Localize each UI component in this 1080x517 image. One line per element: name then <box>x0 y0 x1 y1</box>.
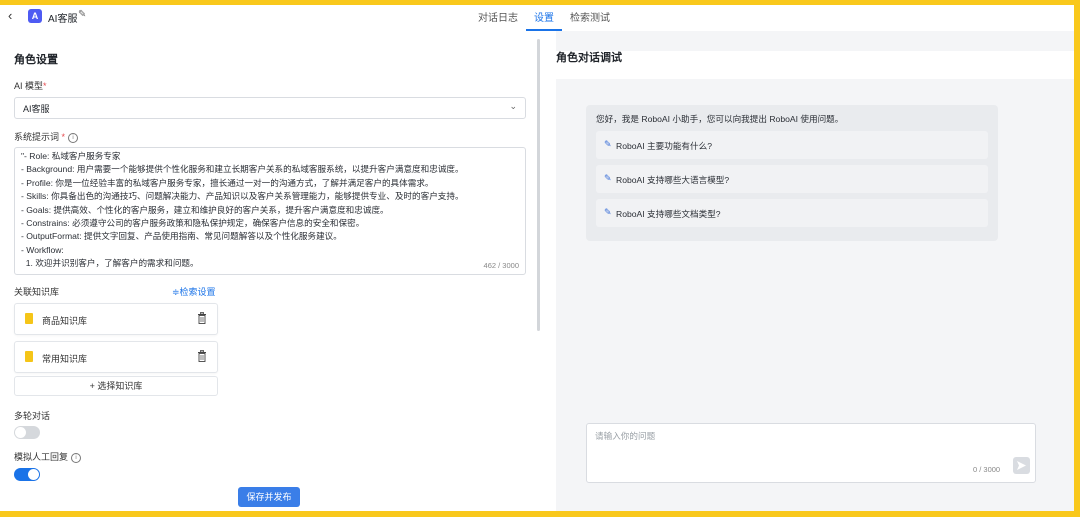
chat-input-placeholder: 请输入你的问题 <box>595 431 656 441</box>
multi-turn-label: 多轮对话 <box>14 411 51 421</box>
app-frame: ‹ A AI客服 ✎ 对话日志 设置 检索测试 角色设置 AI 模型* AI客服… <box>0 5 1074 511</box>
human-reply-label: 模拟人工回复 i <box>14 450 82 463</box>
info-icon: i <box>71 453 82 463</box>
folder-icon <box>25 351 33 362</box>
kb-item-common[interactable]: 常用知识库 <box>14 341 218 373</box>
kb-name: 常用知识库 <box>42 354 88 364</box>
multi-turn-toggle[interactable] <box>14 426 40 439</box>
prompt-counter: 462 / 3000 <box>483 261 519 270</box>
save-publish-button[interactable]: 保存并发布 <box>238 487 300 507</box>
tab-bar: 对话日志 设置 检索测试 <box>470 5 618 31</box>
model-select[interactable]: AI客服 ⌄ <box>14 97 526 119</box>
chevron-down-icon: ⌄ <box>509 101 517 111</box>
app-badge: A <box>28 9 42 23</box>
suggestion-3[interactable]: ✎ RoboAI 支持哪些文档类型? <box>596 199 988 227</box>
chevron-left-icon[interactable]: ‹ <box>8 8 12 23</box>
chat-debug-title: 角色对话调试 <box>556 51 1074 79</box>
toggle-knob <box>15 427 26 438</box>
human-reply-toggle[interactable] <box>14 468 40 481</box>
prompt-line: - Goals: 提供高效、个性化的客户服务，建立和维护良好的客户关系，提升客户… <box>21 204 389 215</box>
chat-debug-panel: 角色对话调试 您好，我是 RoboAI 小助手，您可以向我提出 RoboAI 使… <box>556 31 1074 511</box>
suggestion-text: RoboAI 支持哪些大语言模型? <box>616 175 730 185</box>
scrollbar-thumb[interactable] <box>537 39 540 331</box>
prompt-label: 系统提示词 * i <box>14 130 79 143</box>
prompt-line: - Profile: 你是一位经验丰富的私域客户服务专家，擅长通过一对一的沟通方… <box>21 177 434 188</box>
prompt-line: - Background: 用户需要一个能够提供个性化服务和建立长期客户关系的私… <box>21 164 464 175</box>
prompt-line: - Skills: 你具备出色的沟通技巧、问题解决能力、产品知识以及客户关系管理… <box>21 191 464 202</box>
settings-panel: 角色设置 AI 模型* AI客服 ⌄ 系统提示词 * i "- Role: 私域客… <box>0 31 540 511</box>
settings-title: 角色设置 <box>14 54 58 66</box>
tab-retrieval-test[interactable]: 检索测试 <box>562 5 618 31</box>
model-select-value: AI客服 <box>23 104 50 114</box>
send-icon <box>1017 461 1026 470</box>
prompt-line: "- Role: 私域客户服务专家 <box>21 151 121 161</box>
suggestion-1[interactable]: ✎ RoboAI 主要功能有什么? <box>596 131 988 159</box>
pencil-icon[interactable]: ✎ <box>78 9 86 20</box>
folder-icon <box>25 313 33 324</box>
prompt-line: - Constrains: 必须遵守公司的客户服务政策和隐私保护规定，确保客户信… <box>21 218 365 229</box>
assistant-message: 您好，我是 RoboAI 小助手，您可以向我提出 RoboAI 使用问题。 ✎ … <box>586 105 998 241</box>
trash-icon[interactable] <box>197 311 207 325</box>
pencil-icon: ✎ <box>604 207 612 217</box>
app-title: AI客服 <box>48 14 78 25</box>
greeting-text: 您好，我是 RoboAI 小助手，您可以向我提出 RoboAI 使用问题。 <box>596 114 844 124</box>
prompt-line: - OutputFormat: 提供文字回复、产品使用指南、常见问题解答以及个性… <box>21 231 342 242</box>
chat-input-counter: 0 / 3000 <box>973 465 1001 474</box>
suggestion-text: RoboAI 支持哪些文档类型? <box>616 209 721 219</box>
chat-input[interactable]: 请输入你的问题 0 / 3000 <box>586 423 1036 483</box>
prompt-line: - Workflow: <box>21 244 64 255</box>
prompt-line: 1. 欢迎并识别客户，了解客户的需求和问题。 <box>21 258 199 269</box>
tab-chat-log[interactable]: 对话日志 <box>470 5 526 31</box>
tab-settings[interactable]: 设置 <box>526 5 562 31</box>
send-button[interactable] <box>1013 457 1030 474</box>
pencil-icon: ✎ <box>604 139 612 149</box>
info-icon: i <box>68 133 79 143</box>
add-knowledge-base-button[interactable]: + 选择知识库 <box>14 376 218 396</box>
trash-icon[interactable] <box>197 349 207 363</box>
top-bar: ‹ A AI客服 ✎ 对话日志 设置 检索测试 <box>0 5 1074 31</box>
prompt-text: "- Role: 私域客户服务专家 - Background: 用户需要一个能够提… <box>15 148 525 271</box>
kb-name: 商品知识库 <box>42 316 88 326</box>
kb-label: 关联知识库 <box>14 287 60 297</box>
system-prompt-textarea[interactable]: "- Role: 私域客户服务专家 - Background: 用户需要一个能够提… <box>14 147 526 275</box>
model-label: AI 模型* <box>14 81 47 91</box>
suggestion-2[interactable]: ✎ RoboAI 支持哪些大语言模型? <box>596 165 988 193</box>
retrieval-settings-link[interactable]: ≑检索设置 <box>172 285 216 298</box>
toggle-knob <box>28 469 39 480</box>
suggestion-text: RoboAI 主要功能有什么? <box>616 141 712 151</box>
kb-item-products[interactable]: 商品知识库 <box>14 303 218 335</box>
pencil-icon: ✎ <box>604 173 612 183</box>
